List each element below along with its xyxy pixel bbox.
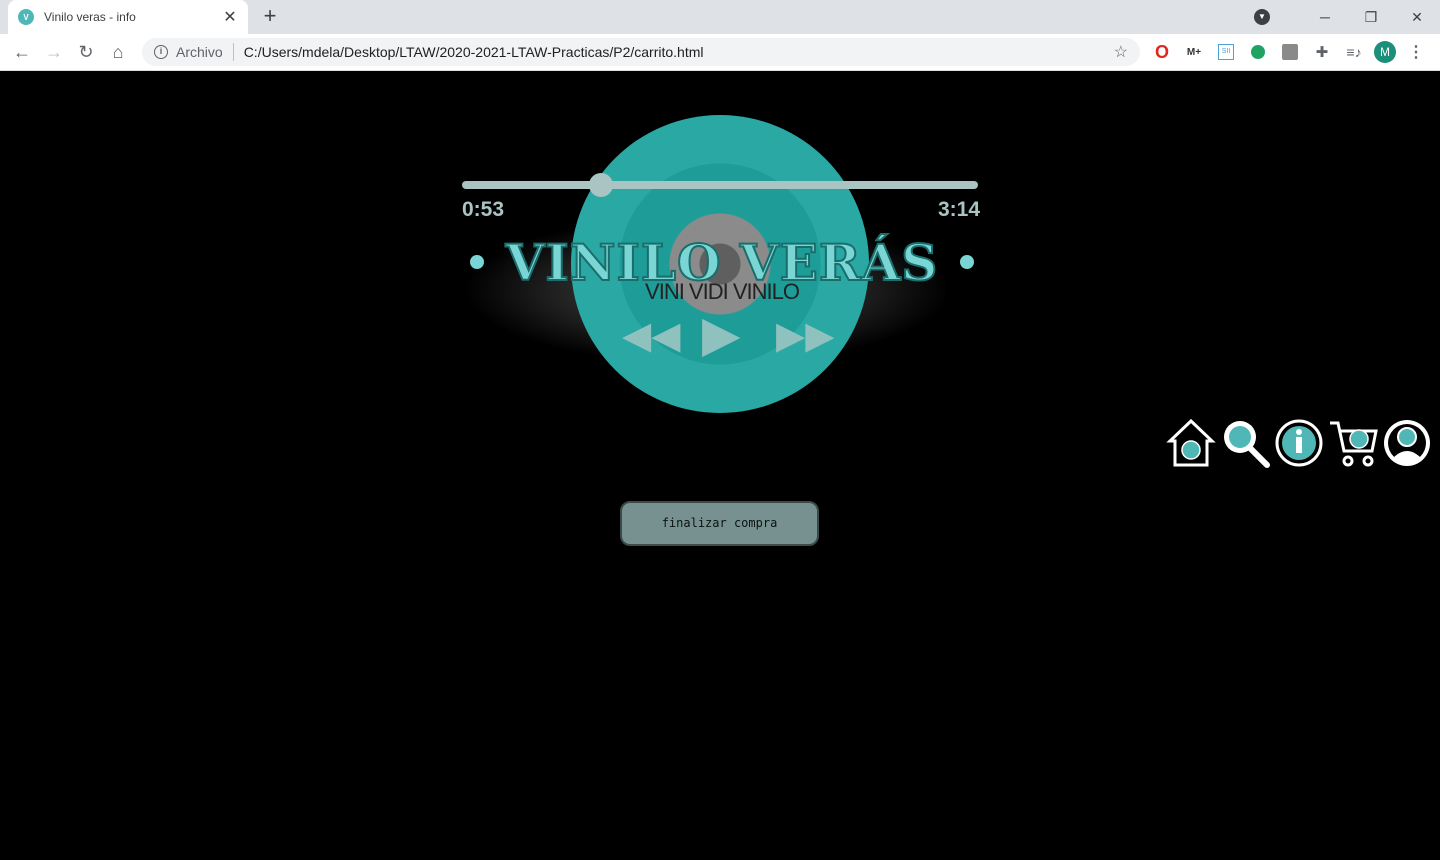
media-icon[interactable]: ≡♪ (1342, 40, 1366, 64)
browser-toolbar: ← → ↻ ⌂ i Archivo C:/Users/mdela/Desktop… (0, 34, 1440, 71)
profile-avatar[interactable]: M (1374, 41, 1396, 63)
home-icon[interactable]: ⌂ (106, 40, 130, 64)
user-icon[interactable] (1382, 417, 1432, 469)
url-divider (232, 43, 234, 61)
menu-icon[interactable]: ⋮ (1404, 40, 1428, 64)
close-window-icon[interactable]: ✕ (1394, 0, 1440, 34)
address-bar[interactable]: i Archivo C:/Users/mdela/Desktop/LTAW/20… (142, 38, 1140, 66)
site-favicon-icon: V (18, 9, 34, 25)
tab-strip: V Vinilo veras - info ✕ + ▼ ─ ❐ ✕ (0, 0, 1440, 34)
play-icon[interactable]: ▶ (702, 305, 740, 363)
brand-subtitle: VINI VIDI VINILO (645, 279, 800, 304)
minimize-icon[interactable]: ─ (1302, 0, 1348, 34)
page-content: 0:53 3:14 VINILO VERÁS VINI VIDI VINILO … (0, 71, 1440, 860)
sii-extension-icon[interactable]: SII (1218, 44, 1234, 60)
time-total: 3:14 (937, 198, 980, 221)
movistar-extension-icon[interactable]: M+ (1182, 40, 1206, 64)
tab-search-icon[interactable]: ▼ (1254, 9, 1270, 25)
site-nav (1166, 417, 1432, 469)
progress-bar[interactable] (462, 181, 978, 189)
close-tab-icon[interactable]: ✕ (222, 7, 238, 27)
star-icon[interactable]: ☆ (1114, 42, 1128, 62)
tab-title: Vinilo veras - info (44, 10, 136, 24)
image-extension-icon[interactable] (1282, 44, 1298, 60)
reload-icon[interactable]: ↻ (74, 40, 98, 64)
green-extension-icon[interactable] (1251, 45, 1265, 59)
url-scheme-label: Archivo (176, 44, 223, 60)
checkout-button[interactable]: finalizar compra (620, 501, 819, 546)
extensions-area: O M+ SII ✚ ≡♪ M ⋮ (1150, 40, 1428, 64)
search-icon[interactable] (1220, 417, 1270, 469)
back-icon[interactable]: ← (10, 40, 34, 64)
restore-icon[interactable]: ❐ (1348, 0, 1394, 34)
decorative-dot (960, 255, 974, 269)
forward-icon[interactable]: → (42, 40, 66, 64)
info-icon[interactable]: i (154, 45, 168, 59)
cart-icon[interactable] (1328, 417, 1378, 469)
window-controls: ▼ ─ ❐ ✕ (1254, 0, 1440, 34)
opera-extension-icon[interactable]: O (1150, 40, 1174, 64)
fast-forward-icon[interactable]: ▶▶ (776, 313, 834, 358)
info-icon[interactable] (1274, 417, 1324, 469)
browser-tab[interactable]: V Vinilo veras - info ✕ (8, 0, 248, 34)
home-icon[interactable] (1166, 417, 1216, 469)
puzzle-icon[interactable]: ✚ (1310, 40, 1334, 64)
rewind-icon[interactable]: ◀◀ (622, 313, 680, 358)
new-tab-button[interactable]: + (258, 5, 282, 29)
time-elapsed: 0:53 (462, 198, 505, 221)
url-text[interactable]: C:/Users/mdela/Desktop/LTAW/2020-2021-LT… (244, 44, 1114, 60)
vinyl-player: 0:53 3:14 VINILO VERÁS VINI VIDI VINILO … (462, 115, 982, 415)
